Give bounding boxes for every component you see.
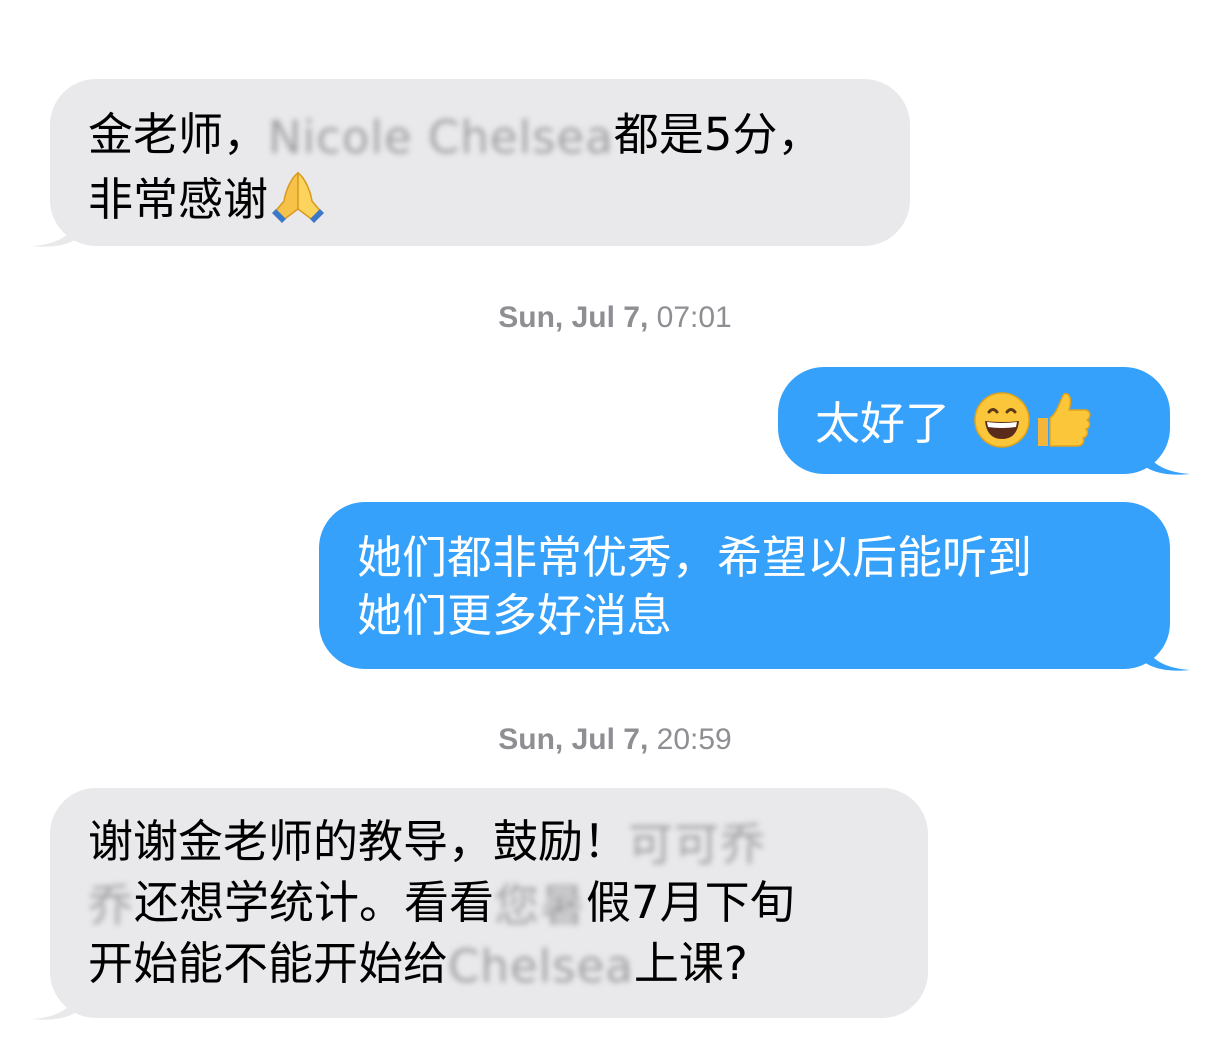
received-message-bubble[interactable]: 金老师，Nicole Chelsea都是5分， 非常感谢 (50, 79, 910, 246)
message-line: 太好了 (815, 390, 1170, 464)
message-text: 金老师， (88, 108, 269, 161)
received-message-bubble[interactable]: 谢谢金老师的教导，鼓励！可可乔 乔还想学统计。看看您暑假7月下旬 开始能不能开始… (50, 788, 928, 1018)
message-text: 非常感谢 (88, 173, 269, 226)
folded-hands-icon (268, 167, 328, 239)
message-line: 乔还想学统计。看看您暑假7月下旬 (88, 874, 928, 935)
timestamp-time: 20:59 (656, 723, 732, 756)
timestamp-day: Sun, Jul 7, (498, 723, 649, 756)
message-text: 上课? (633, 937, 748, 990)
timestamp: Sun, Jul 7, 07:01 (0, 301, 1230, 335)
message-line: 金老师，Nicole Chelsea都是5分， (88, 106, 872, 167)
message-text: 太好了 (815, 397, 951, 450)
bubble-tail (1140, 440, 1190, 475)
redacted-name: Chelsea (448, 940, 634, 993)
timestamp: Sun, Jul 7, 20:59 (0, 723, 1230, 757)
message-line: 她们都非常优秀，希望以后能听到 (357, 531, 1033, 584)
thumbs-up-icon (1032, 390, 1094, 464)
message-line: 非常感谢 (88, 167, 872, 239)
bubble-tail (32, 212, 82, 247)
sent-message-bubble[interactable]: 太好了 (778, 367, 1170, 474)
bubble-tail (1140, 636, 1190, 671)
bubble-tail (32, 985, 82, 1020)
message-line: 谢谢金老师的教导，鼓励！可可乔 (88, 813, 928, 874)
message-text: 都是5分， (613, 108, 823, 161)
redacted-text: 您暑 (494, 879, 587, 932)
grinning-face-icon (972, 390, 1032, 464)
redacted-name: 可可乔 (628, 818, 767, 871)
sent-message-bubble[interactable]: 她们都非常优秀，希望以后能听到 她们更多好消息 (319, 502, 1170, 669)
timestamp-time: 07:01 (656, 301, 732, 334)
redacted-name: 乔 (88, 879, 135, 932)
message-text: 还想学统计。看看 (134, 876, 495, 929)
timestamp-day: Sun, Jul 7, (498, 301, 649, 334)
message-text: 开始能不能开始给 (88, 937, 449, 990)
message-line: 她们更多好消息 (357, 589, 673, 642)
redacted-name: Nicole Chelsea (268, 111, 614, 164)
message-text: 谢谢金老师的教导，鼓励！ (88, 815, 629, 868)
message-text: 假7月下旬 (586, 876, 795, 929)
message-line: 开始能不能开始给Chelsea上课? (88, 935, 928, 996)
